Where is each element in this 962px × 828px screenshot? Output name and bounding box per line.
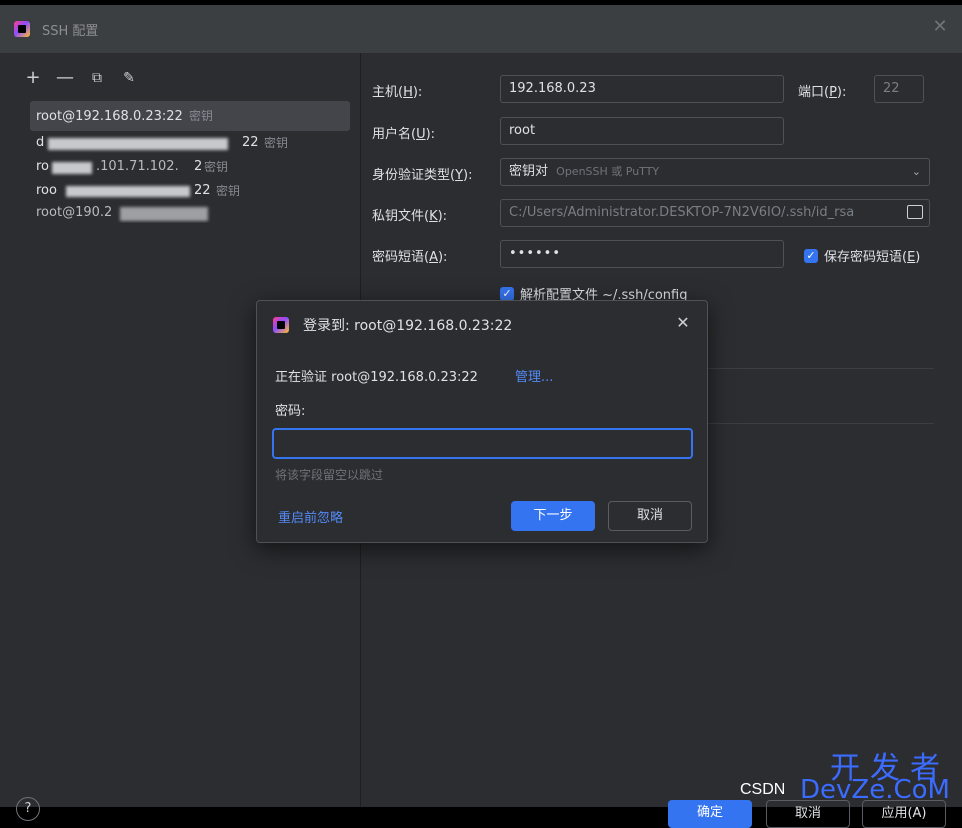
- host-field[interactable]: 192.168.0.23: [500, 75, 784, 103]
- password-hint: 将该字段留空以跳过: [275, 468, 384, 482]
- host-toolbar: + — ⧉ ✎: [24, 67, 138, 89]
- save-passphrase-checkbox[interactable]: ✓ 保存密码短语(E): [804, 246, 920, 265]
- section-divider: [708, 423, 934, 424]
- login-dialog: 登录到: root@192.168.0.23:22 ✕ 正在验证 root@19…: [256, 300, 708, 543]
- username-label: 用户名(U):: [372, 127, 436, 142]
- ignore-until-restart-link[interactable]: 重启前忽略: [278, 507, 343, 526]
- chevron-down-icon: ⌄: [911, 165, 921, 178]
- host-item-label: root@192.168.0.23:22: [36, 109, 183, 124]
- key-file-value: C:/Users/Administrator.DESKTOP-7N2V6IO/.…: [509, 205, 855, 220]
- host-item-tail: 2: [194, 159, 203, 174]
- auth-type-label: 身份验证类型(Y):: [372, 168, 473, 183]
- host-item-label: ro: [36, 159, 50, 174]
- host-item-mid: .101.71.102.: [96, 159, 179, 174]
- title-bar: SSH 配置 ✕: [0, 5, 962, 53]
- host-item-tag: 密钥: [264, 136, 289, 150]
- close-icon[interactable]: ✕: [673, 313, 693, 333]
- password-label: 密码:: [275, 404, 306, 419]
- help-button[interactable]: ?: [16, 797, 40, 821]
- redacted-block: [52, 162, 92, 174]
- checkbox-checked-icon: ✓: [500, 286, 514, 301]
- host-item-tag: 密钥: [216, 184, 241, 198]
- host-item[interactable]: roo 22 密钥: [30, 179, 350, 203]
- port-field[interactable]: 22: [874, 75, 924, 103]
- folder-icon[interactable]: [907, 205, 923, 219]
- save-passphrase-label: 保存密码短语(E): [824, 250, 921, 265]
- host-item-tail: 22: [242, 135, 259, 150]
- auth-type-value: 密钥对: [509, 164, 549, 179]
- host-item-tag: 密钥: [188, 109, 213, 123]
- passphrase-label: 密码短语(A):: [372, 250, 448, 265]
- host-item-label: roo: [36, 183, 57, 198]
- username-field[interactable]: root: [500, 117, 784, 145]
- add-icon[interactable]: +: [24, 69, 42, 87]
- auth-type-hint: OpenSSH 或 PuTTY: [556, 165, 660, 178]
- redacted-block: [66, 186, 190, 197]
- window-title: SSH 配置: [42, 24, 99, 39]
- host-item-tag: 密钥: [204, 160, 229, 174]
- host-item-selected[interactable]: root@192.168.0.23:22 密钥: [30, 101, 350, 131]
- host-label: 主机(H):: [372, 85, 423, 100]
- app-logo-icon: [273, 317, 289, 333]
- section-divider: [708, 368, 934, 369]
- host-item[interactable]: root@190.2: [30, 203, 350, 223]
- next-button[interactable]: 下一步: [511, 501, 595, 531]
- host-item-label: d: [36, 135, 45, 150]
- host-item-label: root@190.2: [36, 205, 113, 220]
- copy-icon[interactable]: ⧉: [88, 69, 106, 87]
- dialog-title: 登录到: root@192.168.0.23:22: [303, 318, 513, 334]
- remove-icon[interactable]: —: [56, 69, 74, 87]
- app-logo-icon: [14, 21, 30, 37]
- port-label: 端口(P):: [798, 85, 847, 100]
- host-item[interactable]: d 22 密钥: [30, 131, 350, 155]
- redacted-block: [48, 138, 228, 150]
- host-item-tail: 22: [194, 183, 211, 198]
- manage-link[interactable]: 管理...: [515, 366, 553, 385]
- key-file-label: 私钥文件(K):: [372, 209, 448, 224]
- auth-type-select[interactable]: 密钥对 OpenSSH 或 PuTTY ⌄: [500, 158, 930, 186]
- redacted-block: [120, 207, 208, 221]
- checkbox-checked-icon: ✓: [804, 248, 818, 263]
- key-file-field[interactable]: C:/Users/Administrator.DESKTOP-7N2V6IO/.…: [500, 199, 930, 227]
- watermark-devze: DevZe.CoM: [800, 775, 950, 805]
- watermark-csdn: CSDN: [740, 781, 786, 798]
- host-list: root@192.168.0.23:22 密钥 d 22 密钥 ro .101.…: [30, 101, 350, 223]
- password-input[interactable]: [272, 428, 693, 459]
- cancel-button[interactable]: 取消: [608, 501, 692, 531]
- host-item[interactable]: ro .101.71.102. 2 密钥: [30, 155, 350, 179]
- watermark: 开发者 CSDN DevZe.CoM: [740, 743, 950, 809]
- edit-icon[interactable]: ✎: [120, 69, 138, 87]
- window-close-icon[interactable]: ✕: [930, 17, 950, 37]
- verifying-text: 正在验证 root@192.168.0.23:22: [275, 370, 478, 385]
- passphrase-field[interactable]: ••••••: [500, 240, 784, 268]
